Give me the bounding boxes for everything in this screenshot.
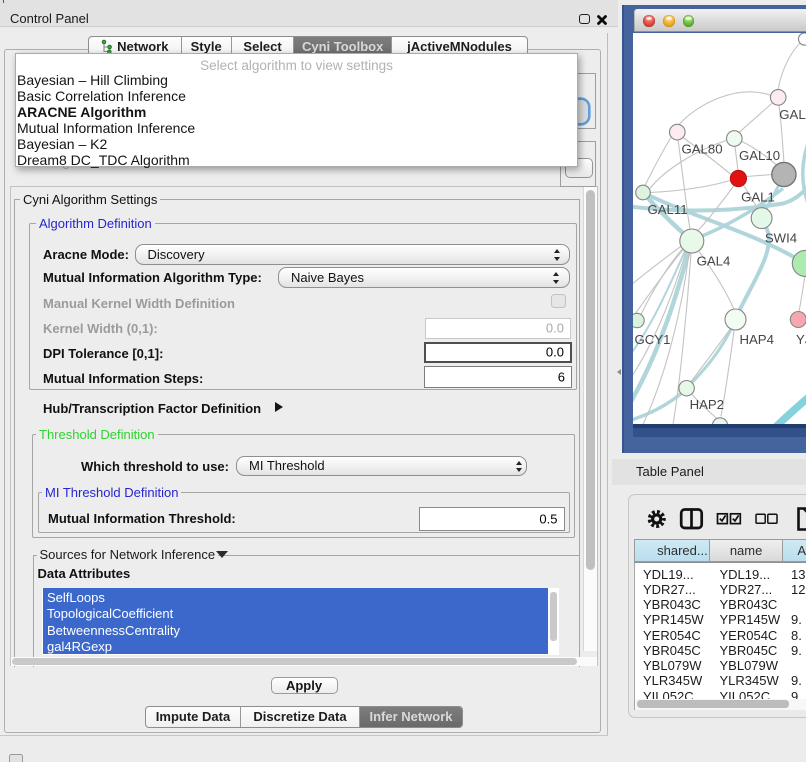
svg-text:GAL10: GAL10 [739,148,780,163]
svg-text:SWI4: SWI4 [765,231,797,246]
svg-text:HAP4: HAP4 [739,332,773,347]
svg-text:GCY1: GCY1 [635,332,671,347]
svg-text:GAL80: GAL80 [681,141,722,156]
svg-text:GAL4: GAL4 [697,253,731,268]
svg-text:YJ: YJ [796,332,806,347]
svg-text:GAL7: GAL7 [779,107,806,122]
svg-text:GAL1: GAL1 [741,190,775,205]
svg-text:HAP2: HAP2 [690,397,724,412]
svg-text:GAL11: GAL11 [647,202,687,217]
